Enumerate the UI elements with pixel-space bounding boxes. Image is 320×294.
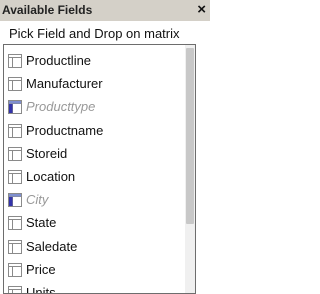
close-icon[interactable]: × xyxy=(197,1,206,19)
field-label: Units xyxy=(26,285,56,294)
instruction-text: Pick Field and Drop on matrix xyxy=(9,26,180,41)
vertical-scrollbar[interactable] xyxy=(185,45,195,293)
table-field-icon xyxy=(8,124,22,138)
field-label: Productline xyxy=(26,53,91,68)
table-field-icon xyxy=(8,77,22,91)
table-field-icon xyxy=(8,170,22,184)
field-item[interactable]: Price xyxy=(4,258,186,281)
field-item[interactable]: Saledate xyxy=(4,235,186,258)
field-label: Producttype xyxy=(26,99,95,114)
field-label: Saledate xyxy=(26,239,77,254)
field-item[interactable]: Location xyxy=(4,165,186,188)
field-label: Storeid xyxy=(26,146,67,161)
field-item[interactable]: Manufacturer xyxy=(4,72,186,95)
panel-header: Available Fields × xyxy=(0,0,210,21)
field-item[interactable]: Producttype xyxy=(4,95,186,118)
field-label: City xyxy=(26,192,48,207)
field-label: Manufacturer xyxy=(26,76,103,91)
field-list-panel: Productline Manufacturer Producttype Produc… xyxy=(3,44,196,294)
field-item[interactable]: Productname xyxy=(4,119,186,142)
table-field-icon xyxy=(8,240,22,254)
table-field-icon xyxy=(8,100,22,114)
field-item[interactable]: Productline xyxy=(4,49,186,72)
panel-title: Available Fields xyxy=(2,3,92,17)
field-label: Price xyxy=(26,262,56,277)
field-label: Location xyxy=(26,169,75,184)
table-field-icon xyxy=(8,216,22,230)
field-label: State xyxy=(26,215,56,230)
field-item[interactable]: City xyxy=(4,188,186,211)
table-field-icon xyxy=(8,54,22,68)
table-field-icon xyxy=(8,193,22,207)
field-label: Productname xyxy=(26,123,103,138)
field-item[interactable]: State xyxy=(4,211,186,234)
table-field-icon xyxy=(8,263,22,277)
table-field-icon xyxy=(8,147,22,161)
scrollbar-thumb[interactable] xyxy=(186,48,194,224)
field-item[interactable]: Storeid xyxy=(4,142,186,165)
table-field-icon xyxy=(8,286,22,294)
